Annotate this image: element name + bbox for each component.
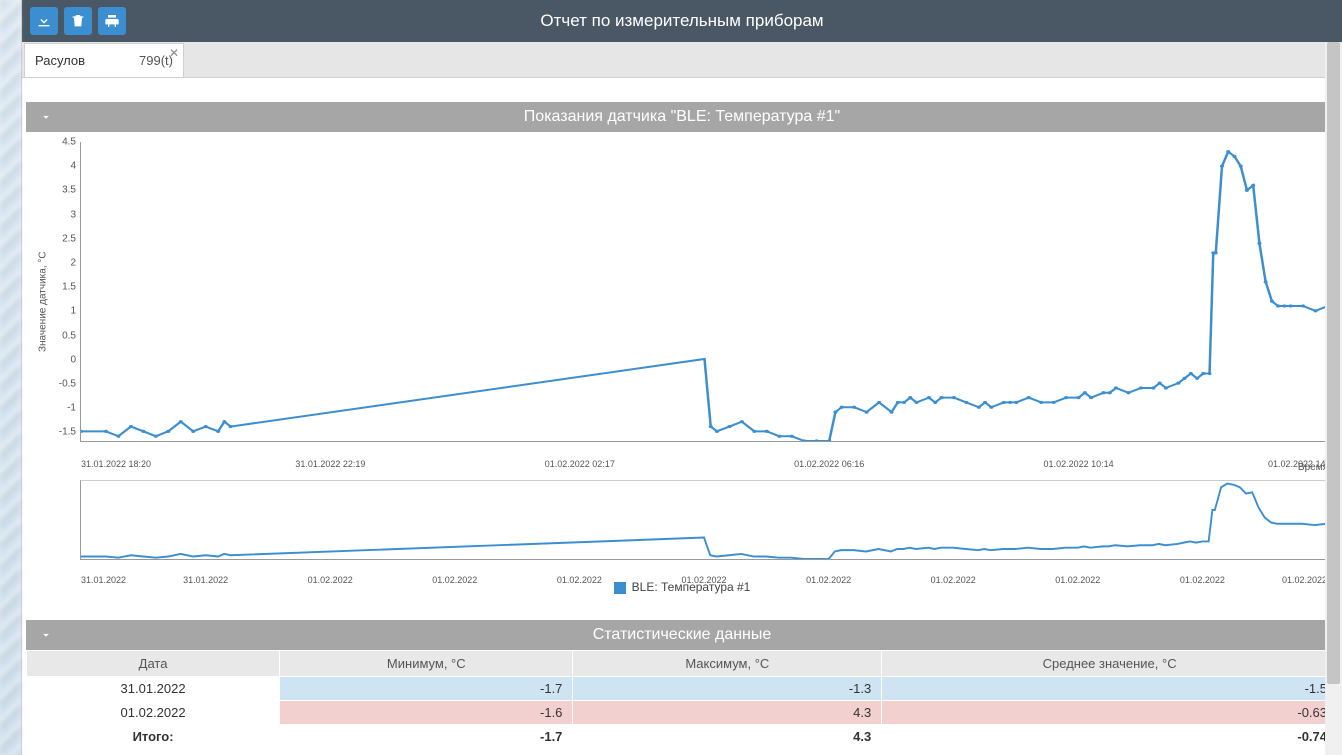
panel-header-stats: Статистические данные (26, 620, 1338, 650)
cell-min: -1.7 (280, 677, 573, 701)
ytick: 1 (70, 306, 76, 317)
sensor-chart-panel: Показания датчика "BLE: Температура #1" … (26, 102, 1338, 602)
legend-swatch (614, 582, 626, 594)
table-row: 31.01.2022-1.7-1.3-1.5 (27, 677, 1338, 701)
table-header: Минимум, °С (280, 651, 573, 677)
tab-strip: Расулов 799(t) ✕ (22, 42, 1342, 78)
xtick: 01.02.2022 (1055, 575, 1100, 585)
cell-date: 01.02.2022 (27, 701, 280, 725)
tab-label-id: 799(t) (139, 53, 173, 68)
ytick: 0.5 (62, 330, 76, 341)
download-icon (36, 13, 52, 29)
stats-panel: Статистические данные ДатаМинимум, °СМак… (26, 620, 1338, 749)
scrollbar[interactable] (1325, 42, 1342, 755)
ytick: 2 (70, 257, 76, 268)
cell-date: 31.01.2022 (27, 677, 280, 701)
panel-title: Показания датчика "BLE: Температура #1" (524, 108, 840, 126)
ytick: 3 (70, 209, 76, 220)
table-header: Максимум, °С (573, 651, 882, 677)
table-header: Дата (27, 651, 280, 677)
table-row: 01.02.2022-1.64.3-0.63 (27, 701, 1338, 725)
xtick: 01.02.2022 (1282, 575, 1327, 585)
yaxis-label: Значение датчика, °С (36, 142, 50, 462)
table-header-row: ДатаМинимум, °СМаксимум, °ССреднее значе… (27, 651, 1338, 677)
xaxis-label: Время (1298, 462, 1328, 473)
xtick: 01.02.2022 (557, 575, 602, 585)
panel-title: Статистические данные (593, 626, 772, 644)
xtick: 01.02.2022 02:17 (545, 459, 615, 469)
xtick: 01.02.2022 (308, 575, 353, 585)
ytick: 3.5 (62, 185, 76, 196)
xtick: 01.02.2022 (681, 575, 726, 585)
xtick: 01.02.2022 10:14 (1044, 459, 1114, 469)
scrollbar-thumb[interactable] (1327, 42, 1340, 684)
ytick: -1.5 (59, 427, 76, 438)
cell-avg: -0.74 (882, 725, 1338, 749)
cell-avg: -1.5 (882, 677, 1338, 701)
ytick: 0 (70, 354, 76, 365)
report-tab[interactable]: Расулов 799(t) ✕ (24, 43, 184, 77)
cell-min: -1.6 (280, 701, 573, 725)
delete-button[interactable] (64, 7, 92, 35)
xtick: 31.01.2022 22:19 (295, 459, 365, 469)
cell-max: 4.3 (573, 725, 882, 749)
xtick: 31.01.2022 18:20 (81, 459, 151, 469)
tab-close-icon[interactable]: ✕ (169, 46, 179, 60)
tab-label-name: Расулов (35, 53, 85, 68)
print-icon (104, 13, 120, 29)
chevron-down-icon (39, 110, 53, 124)
cell-max: 4.3 (573, 701, 882, 725)
main-chart[interactable]: Значение датчика, °С 4.543.532.521.510.5… (36, 142, 1328, 462)
overview-plot[interactable]: 31.01.202231.01.202201.02.202201.02.2022… (80, 480, 1328, 560)
stats-table: ДатаМинимум, °СМаксимум, °ССреднее значе… (26, 650, 1338, 749)
cell-avg: -0.63 (882, 701, 1338, 725)
cell-min: -1.7 (280, 725, 573, 749)
ytick: 4 (70, 161, 76, 172)
overview-chart[interactable]: 31.01.202231.01.202201.02.202201.02.2022… (36, 480, 1328, 560)
chevron-down-icon (39, 628, 53, 642)
ytick: 1.5 (62, 282, 76, 293)
table-header: Среднее значение, °С (882, 651, 1338, 677)
topbar: Отчет по измерительным приборам (22, 0, 1342, 42)
xtick: 01.02.2022 (1180, 575, 1225, 585)
plot-area[interactable]: 31.01.2022 18:2031.01.2022 22:1901.02.20… (80, 142, 1328, 442)
cell-max: -1.3 (573, 677, 882, 701)
xtick: 31.01.2022 (183, 575, 228, 585)
print-button[interactable] (98, 7, 126, 35)
panel-header-chart: Показания датчика "BLE: Температура #1" (26, 102, 1338, 132)
xtick: 31.01.2022 (81, 575, 126, 585)
page-title: Отчет по измерительным приборам (540, 11, 823, 31)
trash-icon (70, 13, 86, 29)
chart-area: Значение датчика, °С 4.5 4 3.5 3 2.5 2 1.5 1 0.5… (26, 132, 1338, 602)
content-area: Показания датчика "BLE: Температура #1" … (22, 78, 1342, 755)
xtick: 01.02.2022 (806, 575, 851, 585)
ytick: 2.5 (62, 233, 76, 244)
ytick: -0.5 (59, 378, 76, 389)
download-button[interactable] (30, 7, 58, 35)
yaxis: 4.543.532.521.510.50-0.5-1-1.5 (50, 142, 80, 462)
ytick: -1 (67, 403, 76, 414)
xtick: 01.02.2022 (432, 575, 477, 585)
collapse-button[interactable] (36, 107, 56, 127)
ytick: 4.5 (62, 137, 76, 148)
cell-date: Итого: (27, 725, 280, 749)
table-row: Итого:-1.74.3-0.74 (27, 725, 1338, 749)
xtick: 01.02.2022 (931, 575, 976, 585)
collapse-button[interactable] (36, 625, 56, 645)
left-sidebar-collapsed (0, 0, 22, 755)
xtick: 01.02.2022 06:16 (794, 459, 864, 469)
